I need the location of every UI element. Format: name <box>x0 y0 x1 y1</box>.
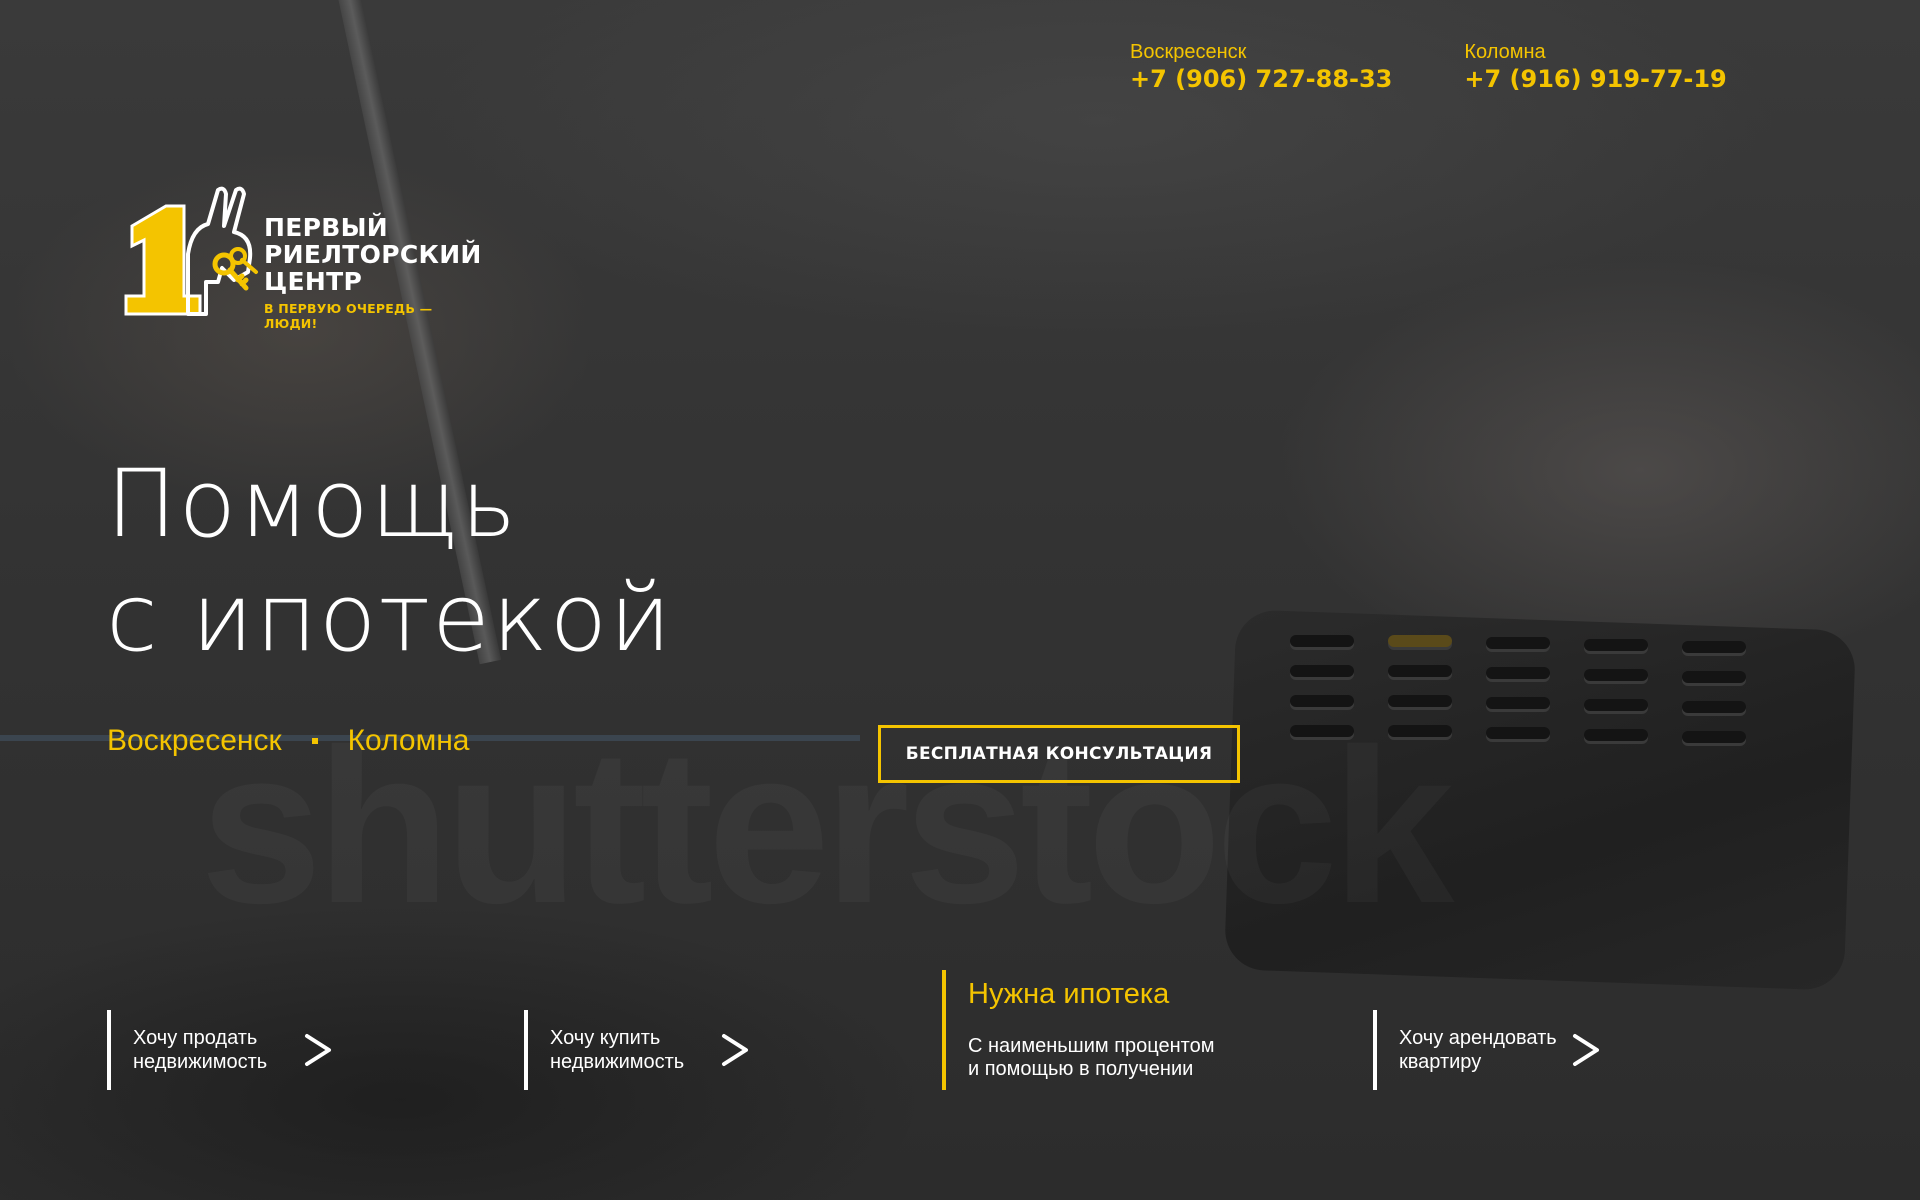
service-mortgage-description: С наименьшим процентом и помощью в получ… <box>968 1035 1214 1081</box>
phone-city-label: Коломна <box>1464 41 1546 63</box>
service-label-line2: квартиру <box>1399 1051 1482 1073</box>
city-separator-dot <box>311 738 318 744</box>
service-sell[interactable]: Хочу продать недвижимость <box>107 1010 333 1090</box>
phone-number-link[interactable]: +7 (916) 919-77-19 <box>1464 64 1726 94</box>
header-phones: Воскресенск +7 (906) 727-88-33 Коломна +… <box>1130 40 1799 94</box>
service-label-line1: Хочу продать <box>133 1027 258 1049</box>
phone-number-link[interactable]: +7 (906) 727-88-33 <box>1130 64 1392 94</box>
hero-title-line2: с ипотекой <box>106 564 674 673</box>
service-mortgage[interactable]: Нужна ипотека С наименьшим процентом и п… <box>942 970 1282 1090</box>
logo-slogan: В ПЕРВУЮ ОЧЕРЕДЬ — ЛЮДИ! <box>264 301 433 331</box>
city-link-kolomna[interactable]: Коломна <box>348 724 470 758</box>
logo-line-3: ЦЕНТР <box>264 267 363 296</box>
company-logo[interactable]: ПЕРВЫЙ РИЕЛТОРСКИЙ ЦЕНТР В ПЕРВУЮ ОЧЕРЕД… <box>122 184 482 331</box>
service-label-line2: недвижимость <box>550 1051 685 1073</box>
phone-block-kolomna: Коломна +7 (916) 919-77-19 <box>1464 40 1726 94</box>
service-label: Хочу продать недвижимость <box>133 1026 267 1074</box>
house-hand-keys-icon <box>124 186 258 316</box>
hero-title-line1: Помощь <box>106 450 519 559</box>
service-mortgage-line1: С наименьшим процентом <box>968 1035 1215 1057</box>
service-divider <box>524 1010 528 1090</box>
service-divider <box>1373 1010 1377 1090</box>
service-label-line1: Хочу арендовать <box>1399 1027 1557 1049</box>
service-label: Хочу купить недвижимость <box>550 1026 684 1074</box>
service-label-line1: Хочу купить <box>550 1027 661 1049</box>
city-links: Воскресенск Коломна <box>107 724 469 758</box>
free-consultation-button[interactable]: БЕСПЛАТНАЯ КОНСУЛЬТАЦИЯ <box>878 725 1240 783</box>
service-divider-accent <box>942 970 946 1090</box>
city-link-voskresensk[interactable]: Воскресенск <box>107 724 282 758</box>
phone-block-voskresensk: Воскресенск +7 (906) 727-88-33 <box>1130 40 1392 94</box>
service-buy[interactable]: Хочу купить недвижимость <box>524 1010 750 1090</box>
logo-text: ПЕРВЫЙ РИЕЛТОРСКИЙ ЦЕНТР В ПЕРВУЮ ОЧЕРЕД… <box>264 214 482 331</box>
logo-line-1: ПЕРВЫЙ <box>264 213 389 242</box>
chevron-right-icon <box>722 1034 749 1066</box>
service-label-line2: недвижимость <box>133 1051 268 1073</box>
service-label: Хочу арендовать квартиру <box>1399 1026 1557 1074</box>
service-mortgage-title: Нужна ипотека <box>968 978 1170 1010</box>
chevron-right-icon <box>305 1034 332 1066</box>
service-mortgage-line2: и помощью в получении <box>968 1058 1194 1080</box>
service-rent[interactable]: Хочу арендовать квартиру <box>1373 1010 1601 1090</box>
chevron-right-icon <box>1572 1034 1599 1066</box>
logo-line-2: РИЕЛТОРСКИЙ <box>264 240 482 269</box>
service-divider <box>107 1010 111 1090</box>
hero-title: Помощь с ипотекой <box>106 448 673 676</box>
phone-city-label: Воскресенск <box>1130 41 1247 63</box>
